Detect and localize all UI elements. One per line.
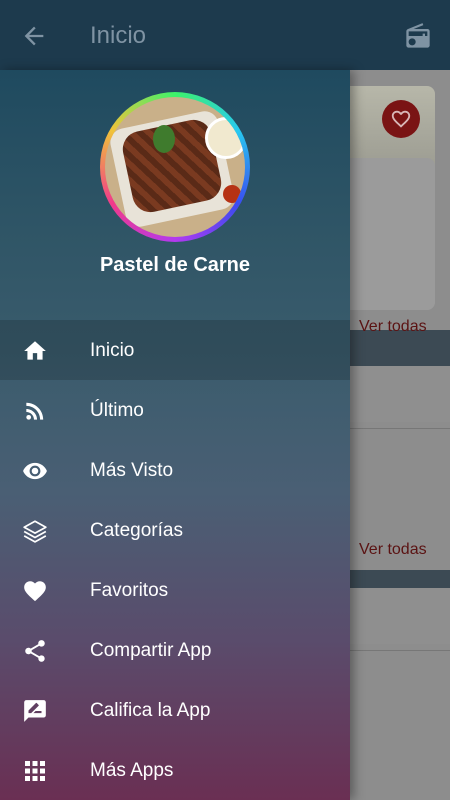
drawer-header: Pastel de Carne xyxy=(0,70,350,320)
menu-item-label: Favoritos xyxy=(90,580,169,601)
see-all-link[interactable]: Ver todas xyxy=(359,541,427,559)
navigation-drawer: Pastel de Carne Inicio Último Más Visto … xyxy=(0,70,350,800)
menu-item-label: Último xyxy=(90,400,144,421)
section-header xyxy=(340,588,450,644)
menu-item-label: Más Apps xyxy=(90,760,174,781)
menu-item-compartir[interactable]: Compartir App xyxy=(0,620,350,680)
menu-item-califica[interactable]: Califica la App xyxy=(0,680,350,740)
eye-icon xyxy=(22,458,48,484)
section-header xyxy=(340,366,450,422)
drawer-menu: Inicio Último Más Visto Categorías Favor… xyxy=(0,320,350,800)
menu-item-favoritos[interactable]: Favoritos xyxy=(0,560,350,620)
rate-review-icon xyxy=(22,698,48,724)
rss-icon xyxy=(22,398,48,424)
menu-item-label: Categorías xyxy=(90,520,183,541)
divider xyxy=(340,428,450,429)
divider xyxy=(340,570,450,588)
menu-item-ultimo[interactable]: Último xyxy=(0,380,350,440)
favorite-button[interactable] xyxy=(382,100,420,138)
menu-item-categorias[interactable]: Categorías xyxy=(0,500,350,560)
heart-icon xyxy=(390,108,412,130)
divider xyxy=(340,650,450,651)
menu-item-mas-apps[interactable]: Más Apps xyxy=(0,740,350,800)
arrow-back-icon[interactable] xyxy=(20,22,48,50)
recipe-avatar xyxy=(100,92,250,242)
app-bar: Inicio xyxy=(0,0,450,70)
drawer-title: Pastel de Carne xyxy=(99,254,251,276)
home-icon xyxy=(22,338,48,364)
page-title: Inicio xyxy=(90,22,147,49)
radio-icon[interactable] xyxy=(404,22,432,50)
heart-icon xyxy=(22,578,48,604)
share-icon xyxy=(22,638,48,664)
menu-item-label: Compartir App xyxy=(90,640,212,661)
menu-item-label: Más Visto xyxy=(90,460,174,481)
menu-item-label: Califica la App xyxy=(90,700,211,721)
menu-item-label: Inicio xyxy=(90,340,135,361)
layers-icon xyxy=(22,518,48,544)
see-all-link[interactable]: Ver todas xyxy=(359,318,427,336)
menu-item-mas-visto[interactable]: Más Visto xyxy=(0,440,350,500)
menu-item-inicio[interactable]: Inicio xyxy=(0,320,350,380)
apps-grid-icon xyxy=(22,758,48,784)
